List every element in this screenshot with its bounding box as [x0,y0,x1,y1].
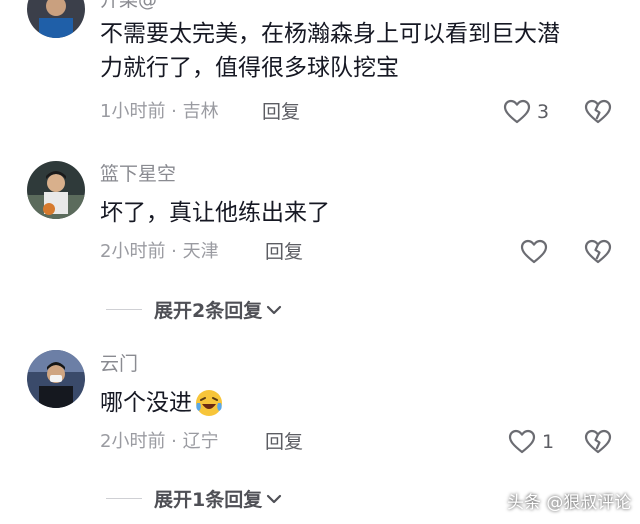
comment-username[interactable]: 开菜@ [100,0,157,12]
divider [106,309,142,310]
dislike-button[interactable] [584,429,612,455]
chevron-down-icon [267,305,282,314]
heart-icon [508,429,536,454]
expand-replies-button[interactable]: 展开2条回复 [106,296,283,323]
broken-heart-icon [584,429,612,454]
like-count: 3 [537,101,550,123]
comment-text-line: 不需要太完美，在杨瀚森身上可以看到巨大潜 [100,21,560,47]
expand-replies-button[interactable]: 展开1条回复 [106,485,283,512]
avatar[interactable] [27,161,85,219]
broken-heart-icon [584,99,612,124]
heart-icon [520,239,548,264]
reply-button[interactable]: 回复 [265,430,303,454]
reply-button[interactable]: 回复 [262,100,300,124]
expand-replies-label: 展开2条回复 [154,300,263,322]
comment-text-line: 坏了，真让他练出来了 [100,200,330,226]
comment-time-location: 2小时前 · 辽宁 [100,431,219,452]
comment-text: 坏了，真让他练出来了 [100,196,330,230]
heart-icon [503,99,531,124]
comment-username[interactable]: 云门 [100,352,138,376]
comment-username[interactable]: 篮下星空 [100,162,176,186]
comment-time-location: 1小时前 · 吉林 [100,101,219,122]
dislike-button[interactable] [584,99,612,125]
chevron-down-icon [267,494,282,503]
reply-button[interactable]: 回复 [265,240,303,264]
divider [106,498,142,499]
dislike-button[interactable] [584,239,612,265]
avatar[interactable] [27,350,85,408]
like-count: 1 [542,431,555,453]
expand-replies-label: 展开1条回复 [154,489,263,511]
like-button[interactable] [520,239,554,265]
avatar[interactable] [27,0,85,38]
watermark: 头条 @狠叔评论 [507,493,632,513]
comment-text: 不需要太完美，在杨瀚森身上可以看到巨大潜 力就行了，值得很多球队挖宝 [100,17,560,85]
like-button[interactable]: 1 [508,429,554,455]
broken-heart-icon [584,239,612,264]
like-button[interactable]: 3 [503,99,549,125]
comment-text: 哪个没进 [100,386,224,420]
comment-time-location: 2小时前 · 天津 [100,241,219,262]
laughing-crying-emoji [196,390,222,416]
comment-text-line: 力就行了，值得很多球队挖宝 [100,55,399,81]
comment-text-line: 哪个没进 [100,390,192,416]
